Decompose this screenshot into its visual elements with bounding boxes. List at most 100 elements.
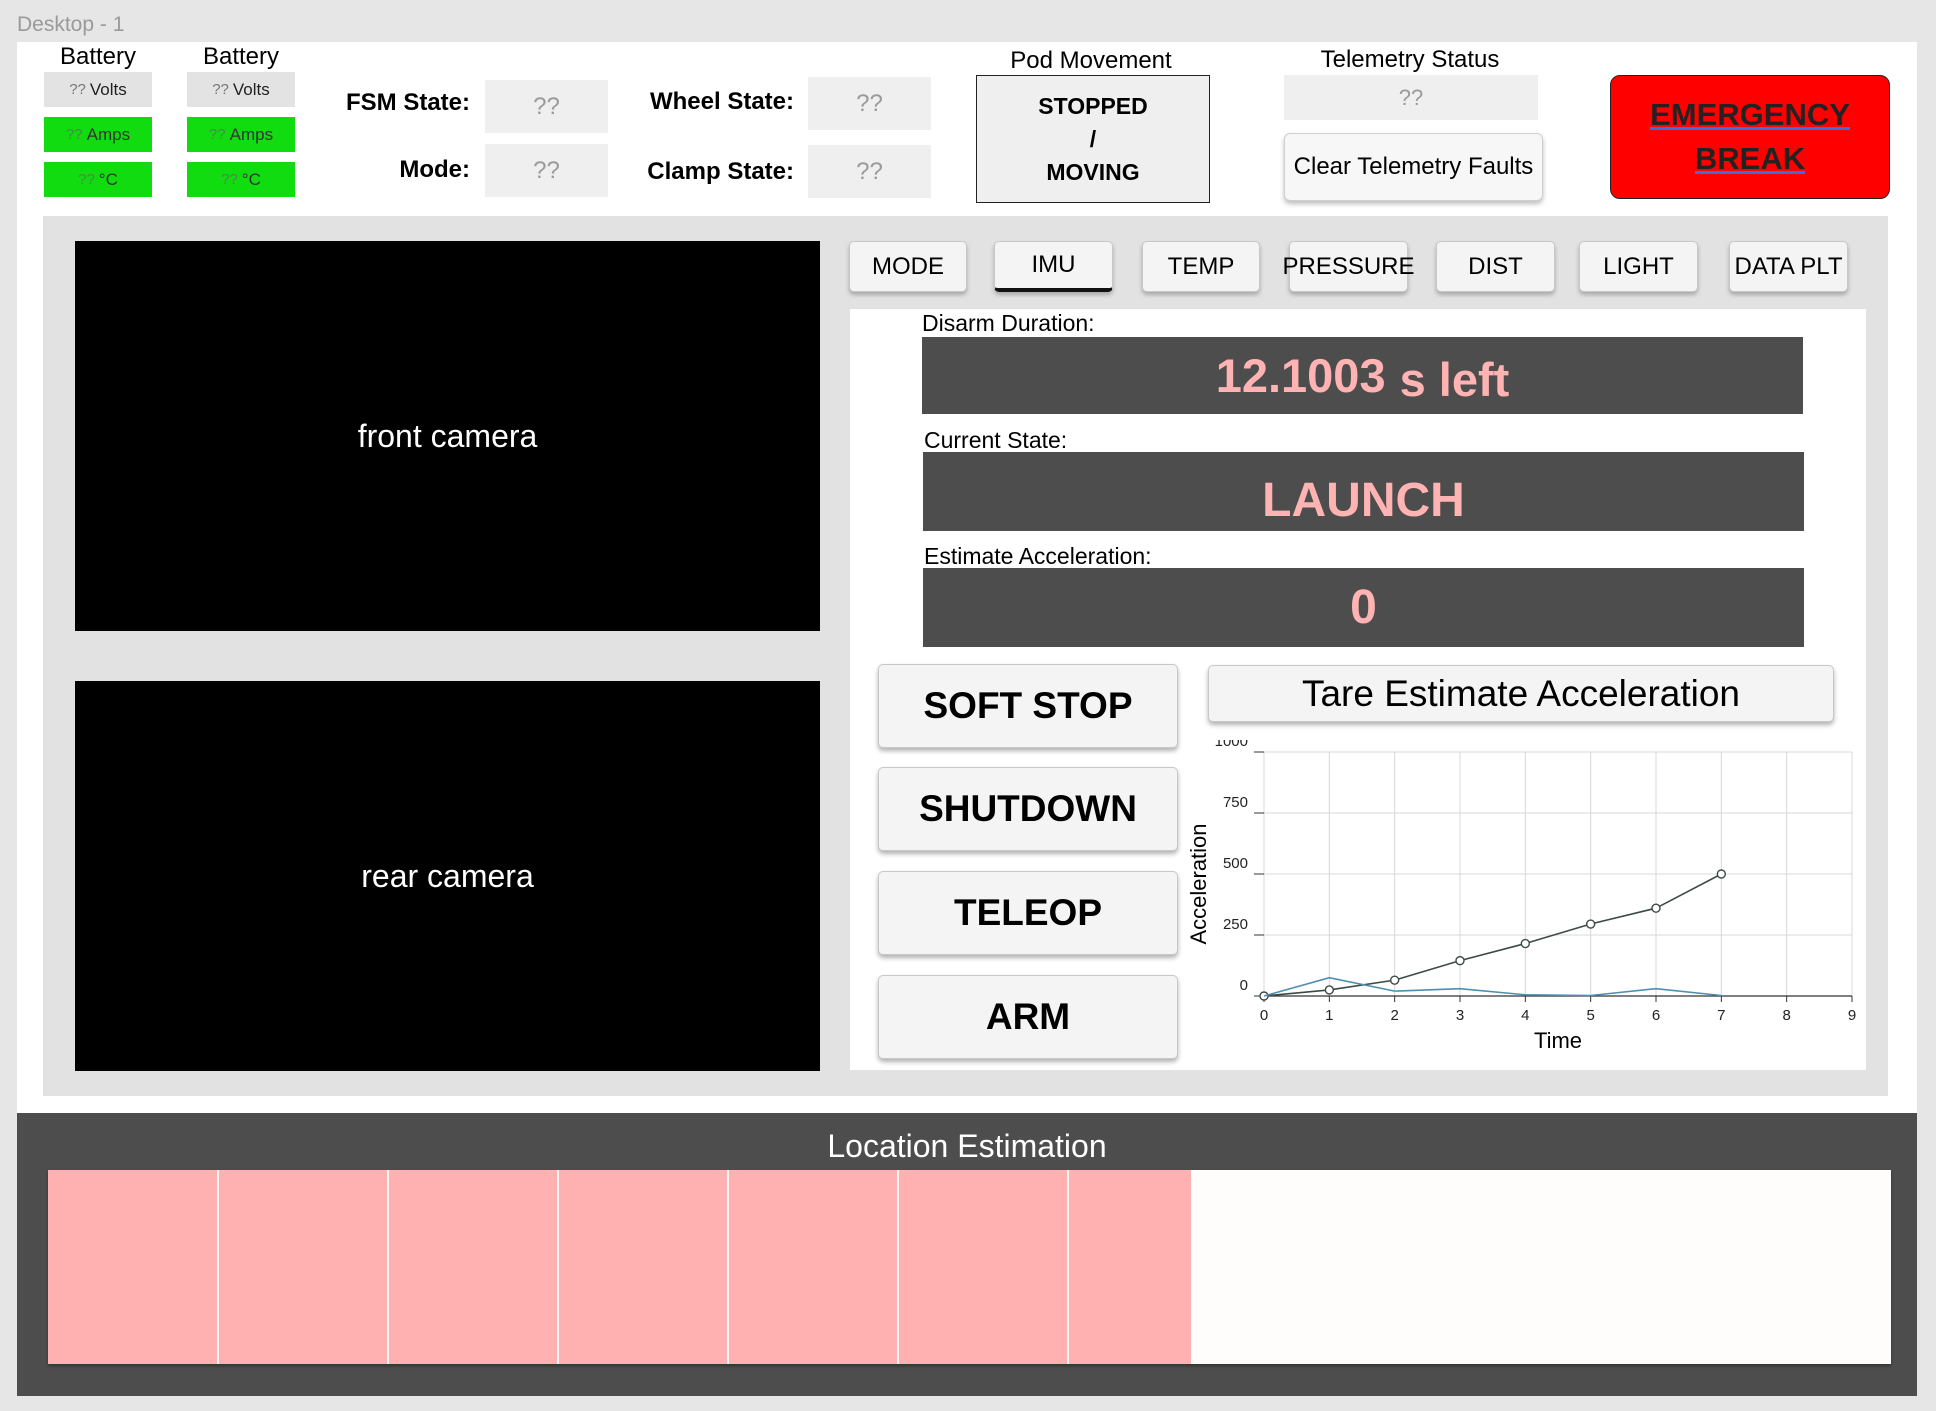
chart-series-1-point (1455, 955, 1465, 966)
location-progress-segment (48, 1170, 218, 1364)
mode-value: ?? (485, 144, 608, 197)
current-state-label: Current State: (924, 427, 1068, 453)
tab-mode[interactable]: MODE (849, 241, 967, 292)
rear-camera-view: rear camera (75, 681, 820, 1071)
clamp-state-value: ?? (808, 145, 931, 198)
chart-x-tick-label: 8 (1782, 1007, 1790, 1024)
location-segment-divider (897, 1170, 899, 1364)
chart-x-tick-label: 7 (1717, 1007, 1725, 1024)
battery-1-amps-unit: Amps (86, 124, 131, 144)
tab-light[interactable]: LIGHT (1579, 241, 1698, 292)
pod-movement-line1: STOPPED (1038, 92, 1148, 119)
tab-data-plt[interactable]: DATA PLT (1729, 241, 1848, 292)
chart-y-tick-label: 750 (1223, 794, 1248, 811)
front-camera-view: front camera (75, 241, 820, 631)
chart-x-axis-label: Time (1534, 1028, 1582, 1053)
acceleration-chart: 0 1 2 3 4 5 6 7 8 9 0 250 500 750 1000 Time Accelerati… (1186, 740, 1857, 1053)
battery-1-temp-unit: °C (98, 169, 118, 189)
battery-2-temp: ?? °C (187, 162, 295, 197)
disarm-duration-value: 12.1003 s left (922, 337, 1803, 414)
location-progress-segment (728, 1170, 898, 1364)
chart-y-tick-label: 0 (1240, 977, 1248, 994)
location-segment-divider (1067, 1170, 1069, 1364)
soft-stop-button[interactable]: SOFT STOP (878, 664, 1178, 748)
chart-series-1-point (1585, 919, 1596, 929)
battery-2-temp-unit: °C (241, 169, 261, 189)
battery-2-amps-value: ?? (208, 126, 226, 143)
pod-movement-line3: MOVING (1046, 158, 1140, 185)
chart-x-tick-label: 2 (1390, 1007, 1398, 1024)
battery-1-title: Battery (59, 43, 137, 70)
chart-series-1-point (1651, 903, 1661, 913)
fsm-state-value: ?? (485, 80, 608, 133)
clear-telemetry-faults-button[interactable]: Clear Telemetry Faults (1284, 133, 1543, 201)
chart-x-tick-label: 5 (1586, 1007, 1594, 1024)
chart-y-tick-label: 1000 (1215, 740, 1248, 750)
battery-2-volts: ?? Volts (187, 72, 295, 107)
chart-x-tick-label: 0 (1260, 1007, 1268, 1024)
location-progress-segment (218, 1170, 388, 1364)
frame-label: Desktop - 1 (17, 13, 125, 36)
disarm-duration-suffix: s left (1399, 353, 1510, 406)
chart-x-tick-label: 9 (1848, 1007, 1856, 1024)
chart-y-axis-label: Acceleration (1186, 823, 1211, 944)
location-segment-divider (387, 1170, 389, 1364)
tab-imu[interactable]: IMU (994, 241, 1113, 292)
clamp-state-label: Clamp State: (647, 158, 794, 185)
front-camera-label: front camera (357, 417, 538, 454)
teleop-button[interactable]: TELEOP (878, 871, 1178, 955)
location-segment-divider (557, 1170, 559, 1364)
battery-2-temp-value: ?? (221, 171, 238, 188)
telemetry-status-title: Telemetry Status (1320, 46, 1500, 73)
emergency-break-line1: EMERGENCY (1650, 97, 1850, 132)
location-progress-segment (898, 1170, 1068, 1364)
mode-label: Mode: (399, 156, 470, 183)
chart-x-tick-label: 1 (1325, 1007, 1333, 1024)
tab-dist[interactable]: DIST (1436, 241, 1555, 292)
arm-button[interactable]: ARM (878, 975, 1178, 1059)
pod-movement-title: Pod Movement (1010, 47, 1172, 74)
chart-x-tick-label: 6 (1652, 1007, 1660, 1024)
pod-movement-status: STOPPED / MOVING (976, 75, 1210, 203)
estimate-acceleration-label: Estimate Acceleration: (924, 543, 1152, 569)
battery-1-amps-value: ?? (65, 126, 83, 143)
battery-1-temp: ?? °C (44, 162, 152, 197)
location-progress-segment (1068, 1170, 1191, 1364)
wheel-state-label: Wheel State: (649, 88, 794, 115)
wheel-state-value: ?? (808, 77, 931, 130)
battery-1-amps: ?? Amps (44, 117, 152, 152)
pod-movement-line2: / (1089, 125, 1097, 152)
disarm-duration-label: Disarm Duration: (922, 310, 1095, 336)
chart-y-tick-label: 500 (1223, 855, 1248, 872)
chart-ticks: 0 1 2 3 4 5 6 7 8 9 0 250 500 750 1000 (1215, 740, 1857, 1024)
tab-temp[interactable]: TEMP (1142, 241, 1260, 292)
tab-pressure[interactable]: PRESSURE (1282, 241, 1415, 292)
current-state-value: LAUNCH (923, 452, 1804, 531)
chart-series-1-point (1324, 985, 1335, 995)
disarm-duration-number: 12.1003 (1215, 349, 1386, 402)
chart-y-tick-label: 250 (1223, 916, 1248, 933)
rear-camera-label: rear camera (361, 857, 534, 894)
location-progress-segment (388, 1170, 558, 1364)
battery-2-volts-unit: Volts (232, 79, 270, 99)
emergency-break-button[interactable]: EMERGENCY BREAK (1610, 75, 1890, 199)
battery-1-volts-value: ?? (69, 81, 86, 98)
tare-estimate-acceleration-button[interactable]: Tare Estimate Acceleration (1208, 665, 1834, 722)
chart-series-1-point (1520, 938, 1531, 949)
location-segment-divider (217, 1170, 219, 1364)
chart-x-tick-label: 3 (1456, 1007, 1464, 1024)
battery-2-amps-unit: Amps (229, 124, 274, 144)
location-estimation-title: Location Estimation (827, 1128, 1107, 1164)
shutdown-button[interactable]: SHUTDOWN (878, 767, 1178, 851)
location-progress-segment (558, 1170, 728, 1364)
telemetry-status-value: ?? (1284, 75, 1538, 120)
fsm-state-label: FSM State: (345, 89, 470, 116)
chart-series-1-point (1716, 869, 1727, 879)
battery-1-temp-value: ?? (78, 171, 95, 188)
emergency-break-line2: BREAK (1694, 141, 1806, 176)
chart-grid (1263, 751, 1853, 997)
chart-x-tick-label: 4 (1521, 1007, 1529, 1024)
battery-2-amps: ?? Amps (187, 117, 295, 152)
chart-series-1-point (1389, 975, 1400, 985)
battery-1-volts: ?? Volts (44, 72, 152, 107)
